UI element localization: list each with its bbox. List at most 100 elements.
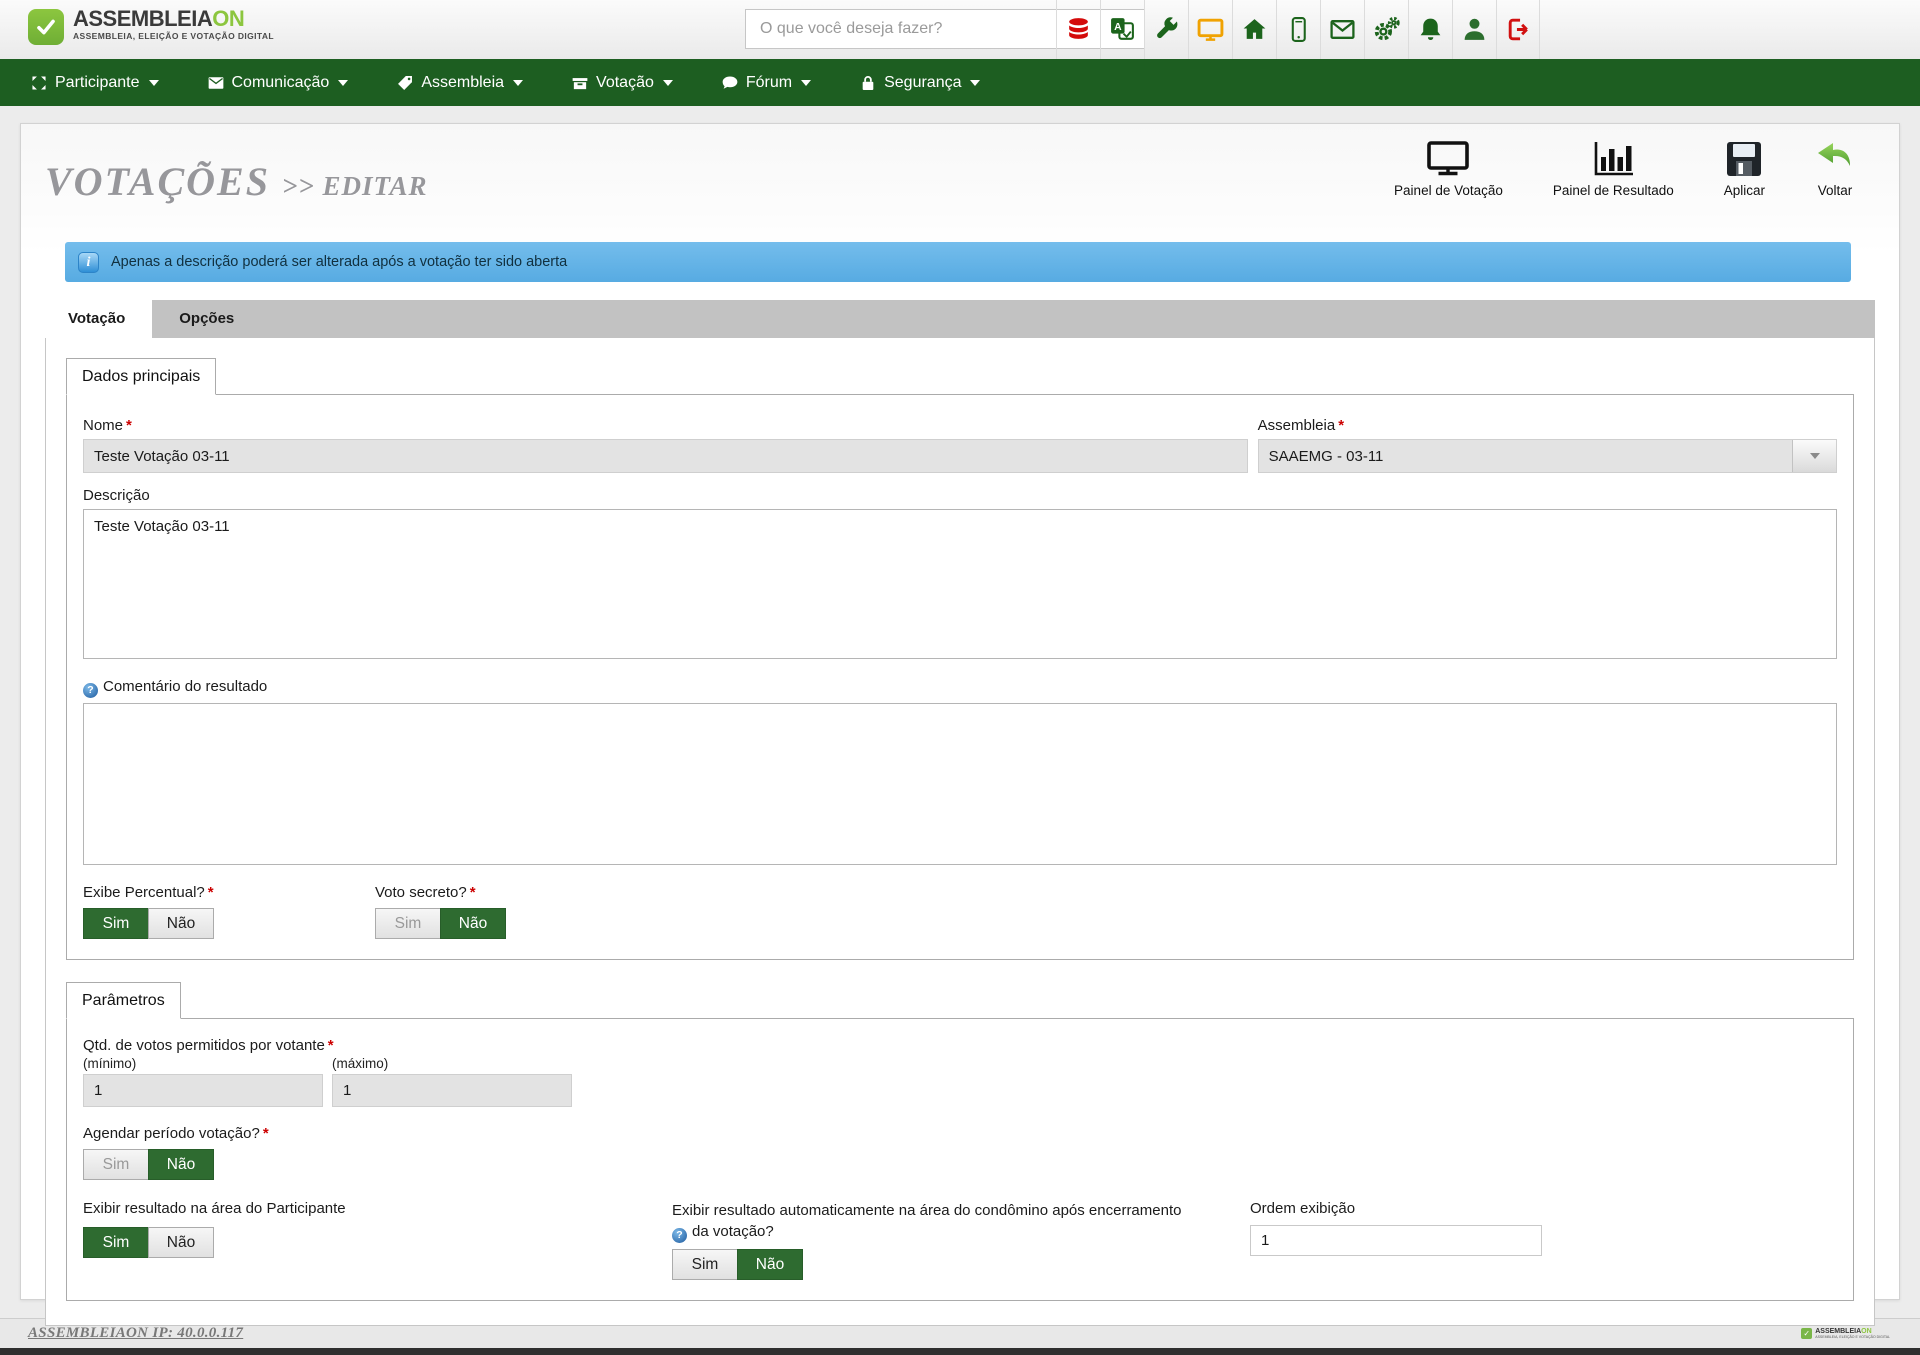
tag-icon [396, 74, 414, 92]
top-header: ASSEMBLEIAON ASSEMBLEIA, ELEIÇÃO E VOTAÇ… [0, 0, 1920, 59]
sim-button[interactable]: Sim [83, 1149, 149, 1180]
exibe-percentual-field: Exibe Percentual?* Sim Não [83, 884, 375, 939]
mobile-icon[interactable] [1276, 0, 1320, 59]
ordem-exibicao-input[interactable] [1250, 1225, 1542, 1256]
nav-participante[interactable]: Participante [30, 74, 159, 92]
ordem-exibicao-label: Ordem exibição [1250, 1200, 1837, 1217]
descricao-label: Descrição [83, 487, 1837, 504]
translate-icon[interactable]: A [1100, 0, 1144, 59]
comment-icon [721, 74, 739, 92]
nao-button[interactable]: Não [737, 1249, 803, 1280]
exibe-percentual-toggle: Sim Não [83, 908, 214, 939]
exibir-resultado-participante-toggle: Sim Não [83, 1227, 214, 1258]
assembleia-label: Assembleia* [1258, 417, 1837, 434]
info-icon: i [78, 252, 99, 273]
brand-tagline: ASSEMBLEIA, ELEIÇÃO E VOTAÇÃO DIGITAL [73, 31, 274, 41]
nav-assembleia[interactable]: Assembleia [396, 74, 523, 92]
chevron-down-icon [338, 80, 348, 86]
brand-name: ASSEMBLEIAON [73, 7, 274, 31]
nao-button[interactable]: Não [148, 1149, 214, 1180]
nao-button[interactable]: Não [148, 1227, 214, 1258]
nao-button[interactable]: Não [440, 908, 506, 939]
tab-content: Dados principais Nome* Assembleia* SAAEM… [45, 338, 1875, 1326]
exibir-resultado-automatico-label-line1: Exibir resultado automaticamente na área… [672, 1200, 1250, 1221]
monitor-outline-icon [1426, 140, 1470, 178]
required-marker: * [328, 1037, 334, 1054]
sim-button[interactable]: Sim [83, 908, 149, 939]
content-panel: VOTAÇÕES >> EDITAR Painel de Votação Pai… [20, 123, 1900, 1300]
comentario-label: ?Comentário do resultado [83, 678, 1837, 698]
wrench-icon[interactable] [1144, 0, 1188, 59]
nav-comunicacao[interactable]: Comunicação [207, 74, 349, 92]
nav-forum[interactable]: Fórum [721, 74, 811, 92]
descricao-textarea[interactable]: Teste Votação 03-11 [83, 509, 1837, 659]
nome-input[interactable] [83, 439, 1248, 473]
home-icon[interactable] [1232, 0, 1276, 59]
minimo-label: (mínimo) [83, 1056, 323, 1071]
agendar-periodo-toggle: Sim Não [83, 1149, 214, 1180]
voltar-button[interactable]: Voltar [1815, 140, 1855, 198]
chevron-down-icon [1810, 453, 1820, 459]
logo-check-icon: ✓ [1801, 1328, 1812, 1339]
sim-button[interactable]: Sim [375, 908, 441, 939]
help-icon[interactable]: ? [672, 1228, 687, 1243]
alert-text: Apenas a descrição poderá ser alterada a… [111, 254, 567, 270]
required-marker: * [208, 884, 214, 901]
footer-logo: ✓ ASSEMBLEIAON ASSEMBLEIA, ELEIÇÃO E VOT… [1801, 1328, 1890, 1339]
nao-button[interactable]: Não [148, 908, 214, 939]
assembleia-select[interactable]: SAAEMG - 03-11 [1258, 439, 1837, 473]
comentario-textarea[interactable] [83, 703, 1837, 865]
parametros-legend: Parâmetros [66, 982, 181, 1019]
exibir-resultado-participante-field: Exibir resultado na área do Participante… [83, 1200, 672, 1280]
painel-votacao-button[interactable]: Painel de Votação [1394, 140, 1503, 198]
help-icon[interactable]: ? [83, 683, 98, 698]
nav-seguranca[interactable]: Segurança [859, 74, 980, 92]
svg-text:A: A [1114, 22, 1122, 33]
back-arrow-icon [1815, 140, 1855, 178]
sim-button[interactable]: Sim [83, 1227, 149, 1258]
dropdown-button[interactable] [1792, 440, 1836, 472]
agendar-periodo-label: Agendar período votação?* [83, 1125, 1837, 1142]
assembleia-value: SAAEMG - 03-11 [1269, 448, 1384, 465]
chevron-down-icon [663, 80, 673, 86]
database-icon[interactable] [1056, 0, 1100, 59]
main-nav: Participante Comunicação Assembleia Vota… [0, 59, 1920, 106]
chevron-down-icon [513, 80, 523, 86]
exibe-percentual-label: Exibe Percentual?* [83, 884, 375, 901]
maximo-input[interactable] [332, 1074, 572, 1107]
logout-icon[interactable] [1496, 0, 1540, 59]
painel-resultado-button[interactable]: Painel de Resultado [1553, 140, 1674, 198]
app-logo[interactable]: ASSEMBLEIAON ASSEMBLEIA, ELEIÇÃO E VOTAÇ… [28, 7, 274, 45]
bell-icon[interactable] [1408, 0, 1452, 59]
arrows-icon [30, 74, 48, 92]
nav-votacao[interactable]: Votação [571, 74, 673, 92]
aplicar-button[interactable]: Aplicar [1724, 140, 1765, 198]
required-marker: * [263, 1125, 269, 1142]
tab-opcoes[interactable]: Opções [152, 300, 261, 338]
header-icon-bar: A [1056, 0, 1540, 59]
gears-icon[interactable] [1364, 0, 1408, 59]
action-bar: Painel de Votação Painel de Resultado Ap… [1394, 140, 1855, 198]
required-marker: * [470, 884, 476, 901]
maximo-label: (máximo) [332, 1056, 572, 1071]
nome-label: Nome* [83, 417, 1248, 434]
chevron-down-icon [801, 80, 811, 86]
sim-button[interactable]: Sim [672, 1249, 738, 1280]
tab-bar: Votação Opções [41, 300, 1875, 338]
minimo-input[interactable] [83, 1074, 323, 1107]
tab-votacao[interactable]: Votação [41, 300, 152, 338]
ordem-exibicao-field: Ordem exibição [1250, 1200, 1837, 1280]
mail-icon[interactable] [1320, 0, 1364, 59]
exibir-resultado-participante-label: Exibir resultado na área do Participante [83, 1200, 672, 1217]
title-row: VOTAÇÕES >> EDITAR Painel de Votação Pai… [21, 124, 1899, 216]
page-background: VOTAÇÕES >> EDITAR Painel de Votação Pai… [0, 106, 1920, 1318]
dados-principais-legend: Dados principais [66, 358, 216, 395]
monitor-icon[interactable] [1188, 0, 1232, 59]
dados-principais-section: Dados principais Nome* Assembleia* SAAEM… [66, 358, 1854, 960]
user-icon[interactable] [1452, 0, 1496, 59]
bar-chart-icon [1591, 140, 1635, 178]
voto-secreto-label: Voto secreto?* [375, 884, 506, 901]
parametros-section: Parâmetros Qtd. de votos permitidos por … [66, 982, 1854, 1301]
envelope-icon [207, 74, 225, 92]
footer-ip-link[interactable]: ASSEMBLEIAON IP: 40.0.0.117 [28, 1325, 243, 1342]
